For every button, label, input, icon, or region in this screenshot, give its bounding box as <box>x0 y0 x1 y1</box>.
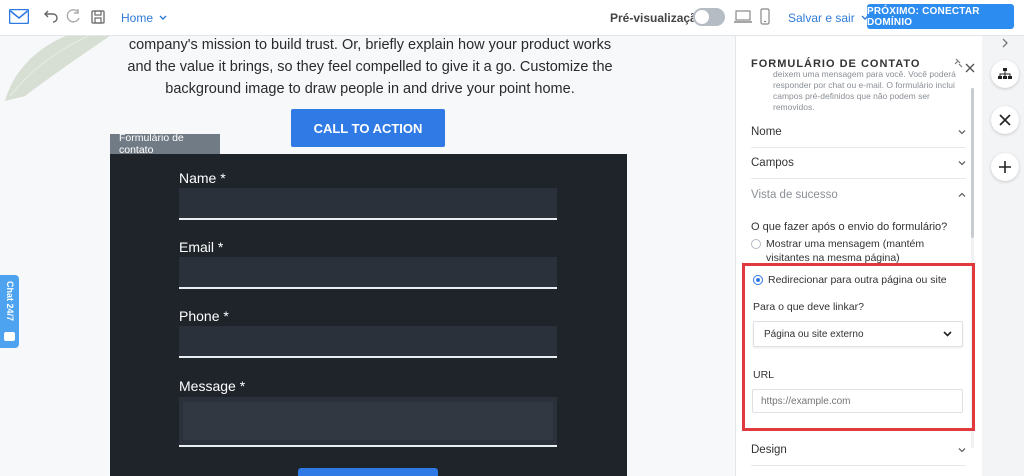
pin-icon[interactable] <box>953 58 963 68</box>
chat-tab-label: Chat 24/7 <box>5 281 15 322</box>
save-and-exit-label: Salvar e sair <box>788 11 855 25</box>
name-field[interactable] <box>179 188 557 220</box>
radio-show-message[interactable] <box>751 239 761 249</box>
add-block-button[interactable] <box>991 153 1019 181</box>
redo-icon[interactable] <box>65 9 81 25</box>
panel-scrollbar-thumb[interactable] <box>971 88 974 238</box>
top-toolbar: Home Pré-visualização Salvar e sair PRÓX… <box>0 0 1024 36</box>
section-design[interactable]: Design <box>751 435 966 466</box>
save-icon[interactable] <box>90 9 106 25</box>
leaf-decoration <box>5 36 111 101</box>
chevron-up-icon <box>958 192 966 197</box>
after-submit-question: O que fazer após o envio do formulário? <box>751 221 948 233</box>
close-panel-icon[interactable] <box>965 63 975 73</box>
chevron-down-icon <box>958 161 966 166</box>
section-vista-sucesso[interactable]: Vista de sucesso <box>751 179 966 210</box>
form-submit-button[interactable] <box>298 468 438 476</box>
message-field[interactable] <box>179 397 557 447</box>
undo-icon[interactable] <box>43 9 59 25</box>
section-nome[interactable]: Nome <box>751 117 966 148</box>
email-field-label: Email * <box>179 239 224 255</box>
close-icon <box>999 114 1011 126</box>
desktop-view-icon[interactable] <box>734 10 752 24</box>
preview-toggle[interactable] <box>693 8 725 26</box>
section-campos-label: Campos <box>751 157 794 169</box>
email-field[interactable] <box>179 257 557 289</box>
next-connect-domain-button[interactable]: PRÓXIMO: CONECTAR DOMÍNIO <box>867 4 1014 29</box>
save-and-exit-menu[interactable]: Salvar e sair <box>788 11 869 25</box>
hero-paragraph[interactable]: company's mission to build trust. Or, br… <box>110 36 630 100</box>
highlight-annotation-box <box>742 263 975 431</box>
chat-247-tab[interactable]: Chat 24/7 <box>0 275 19 348</box>
plus-icon <box>999 161 1011 173</box>
message-field-label: Message * <box>179 378 246 394</box>
hero-line: background image to draw people in and d… <box>165 81 575 97</box>
phone-field[interactable] <box>179 326 557 358</box>
call-to-action-button[interactable]: CALL TO ACTION <box>291 109 445 147</box>
editor-canvas: company's mission to build trust. Or, br… <box>0 36 735 476</box>
envelope-logo-icon[interactable] <box>9 9 29 24</box>
name-field-label: Name * <box>179 170 226 186</box>
section-design-label: Design <box>751 444 787 456</box>
hero-line: and the value it brings, so they feel co… <box>127 59 613 75</box>
sitemap-button[interactable] <box>991 60 1019 88</box>
chevron-down-icon <box>958 448 966 453</box>
chat-bubble-icon <box>4 332 15 341</box>
phone-field-label: Phone * <box>179 308 229 324</box>
close-editor-button[interactable] <box>991 106 1019 134</box>
section-nome-label: Nome <box>751 126 782 138</box>
panel-description: deixem uma mensagem para você. Você pode… <box>773 69 956 112</box>
chevron-right-icon <box>1002 38 1008 48</box>
chevron-down-icon <box>958 130 966 135</box>
section-campos[interactable]: Campos <box>751 148 966 179</box>
page-selector[interactable]: Home <box>121 11 167 25</box>
hero-line: company's mission to build trust. Or, br… <box>128 37 612 53</box>
chevron-down-icon <box>159 15 167 20</box>
contact-form-tag[interactable]: Formulário de contato <box>110 132 220 156</box>
mobile-view-icon[interactable] <box>760 8 770 25</box>
rail-collapse[interactable] <box>982 38 1024 50</box>
sitemap-icon <box>998 68 1012 79</box>
page-selector-label: Home <box>121 11 154 25</box>
right-tool-rail <box>982 36 1024 476</box>
preview-label: Pré-visualização <box>610 11 705 25</box>
option-show-message-label: Mostrar uma mensagem (mantém visitantes … <box>766 238 925 263</box>
contact-form-block[interactable]: Name * Email * Phone * Message * <box>110 154 627 476</box>
section-vista-label: Vista de sucesso <box>751 188 838 201</box>
